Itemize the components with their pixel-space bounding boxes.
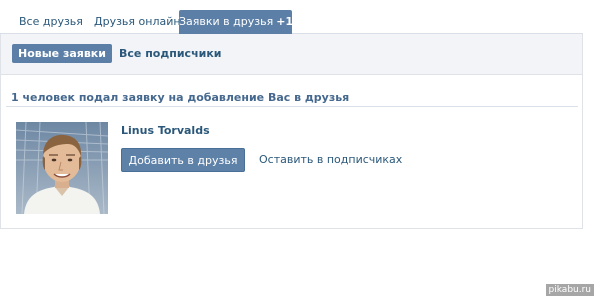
tab-friends-online[interactable]: Друзья онлайн [94, 10, 181, 33]
requests-list: 1 человек подал заявку на добавление Вас… [0, 75, 583, 229]
filter-bar: Новые заявки Все подписчики [0, 34, 583, 75]
avatar-photo [16, 122, 108, 214]
requests-summary: 1 человек подал заявку на добавление Вас… [11, 91, 350, 104]
friends-panel: Все друзья Друзья онлайн Заявки в друзья… [0, 0, 583, 229]
tab-friend-requests-count: +1 [276, 15, 294, 28]
avatar[interactable] [16, 122, 108, 214]
divider [6, 106, 578, 107]
add-friend-button[interactable]: Добавить в друзья [121, 148, 245, 172]
keep-as-subscriber-link[interactable]: Оставить в подписчиках [259, 148, 402, 172]
tab-friend-requests-label: Заявки в друзья [179, 15, 274, 28]
filter-all-subscribers[interactable]: Все подписчики [119, 44, 222, 63]
watermark: pikabu.ru [545, 284, 594, 296]
tab-friend-requests[interactable]: Заявки в друзья +1 [179, 10, 294, 34]
requester-name[interactable]: Linus Torvalds [121, 124, 210, 137]
tab-all-friends[interactable]: Все друзья [19, 10, 83, 33]
tab-strip: Все друзья Друзья онлайн Заявки в друзья… [0, 0, 583, 34]
filter-new-requests[interactable]: Новые заявки [12, 44, 112, 63]
